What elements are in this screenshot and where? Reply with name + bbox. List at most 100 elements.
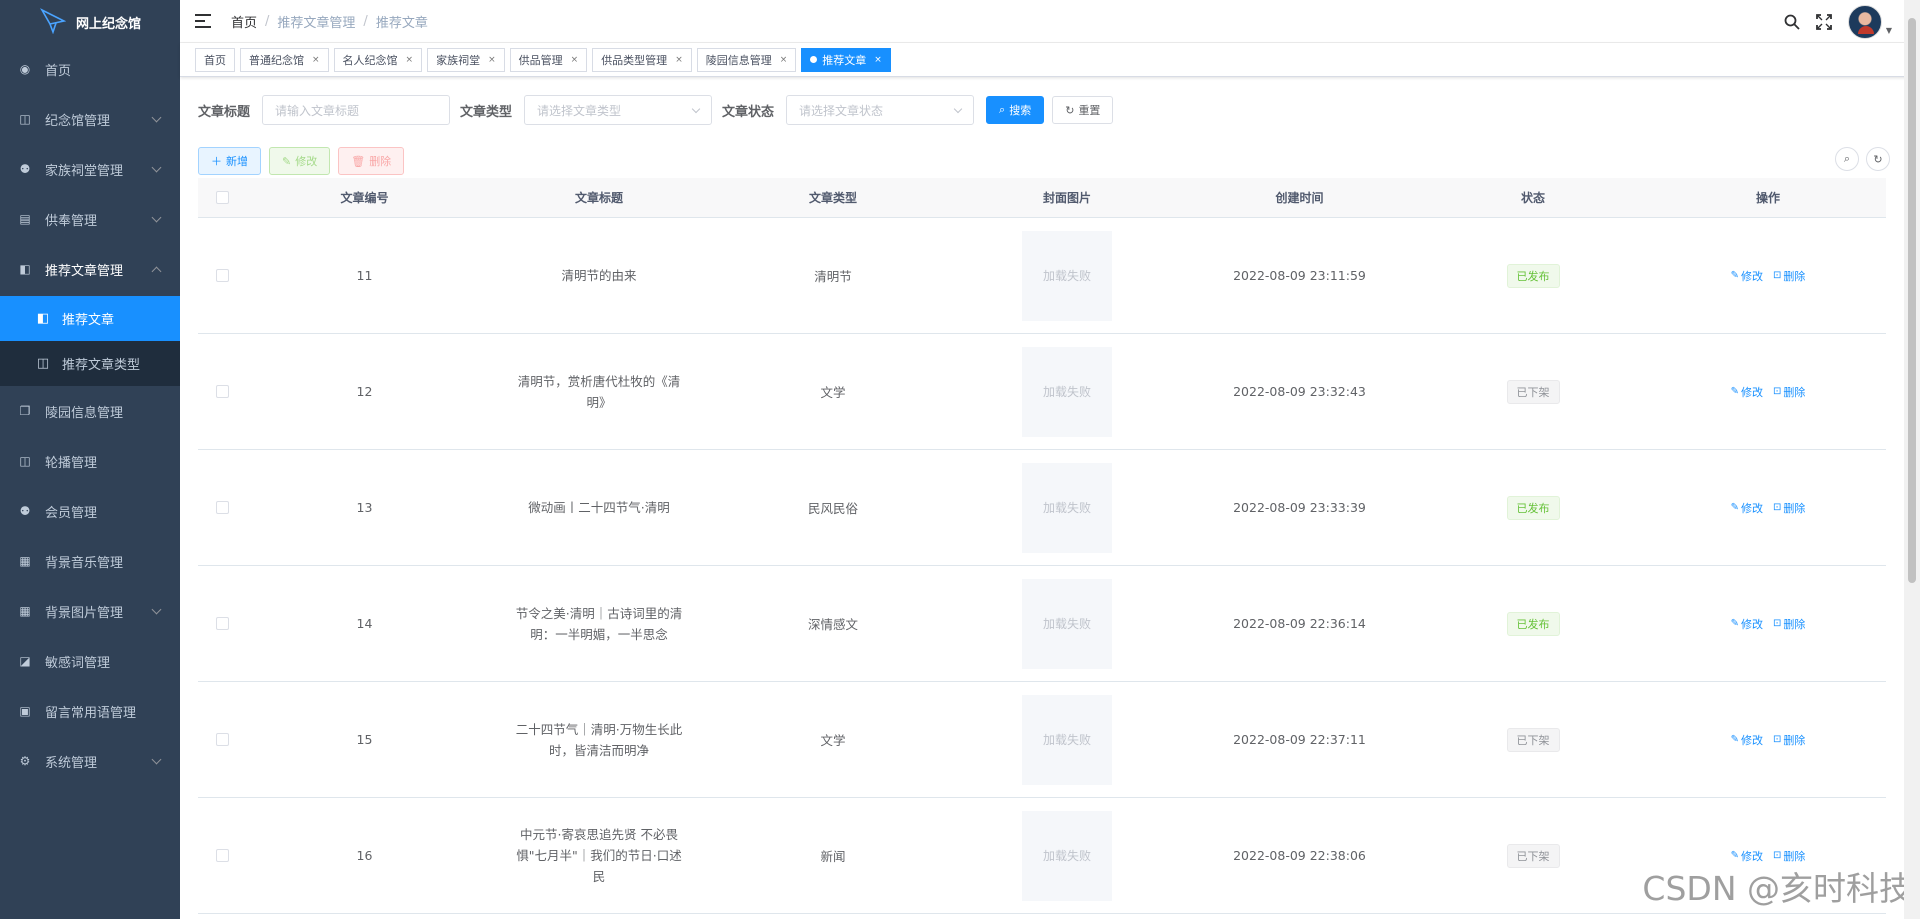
close-icon[interactable]: × [406, 55, 414, 65]
status-badge: 已发布 [1506, 495, 1560, 520]
select-all-checkbox[interactable] [215, 191, 229, 204]
cover-image[interactable]: 加载失败 [1022, 230, 1112, 321]
row-edit-button[interactable]: ✎ 修改 [1731, 616, 1763, 632]
close-icon[interactable]: × [874, 55, 882, 65]
status-badge: 已下架 [1506, 379, 1560, 404]
tag-label: 推荐文章 [822, 53, 867, 67]
avatar[interactable] [1847, 4, 1882, 39]
cover-image[interactable]: 加载失败 [1022, 462, 1112, 553]
sidebar-item-14[interactable]: ⚙ 系统管理 [0, 736, 180, 786]
sidebar-item-9[interactable]: ⚉ 会员管理 [0, 486, 180, 536]
cover-image[interactable]: 加载失败 [1022, 346, 1112, 437]
toggle-search-icon[interactable]: ⌕ [1835, 147, 1859, 171]
row-edit-button[interactable]: ✎ 修改 [1731, 500, 1763, 516]
sidebar-item-1[interactable]: ◫ 纪念馆管理 [0, 94, 180, 144]
column-header: 创建时间 [1275, 191, 1324, 205]
row-delete-button[interactable]: ⊡ 删除 [1773, 616, 1805, 632]
sidebar-item-7[interactable]: ❐ 陵园信息管理 [0, 386, 180, 436]
fullscreen-icon[interactable] [1815, 13, 1832, 30]
sidebar-item-label: 供奉管理 [45, 213, 98, 229]
article-type: 文学 [820, 733, 846, 748]
table-row[interactable]: 11 清明节的由来 清明节 加载失败 2022-08-09 23:11:59 已发布 ✎ 修改… [198, 218, 1886, 334]
sidebar-item-12[interactable]: ◪ 敏感词管理 [0, 636, 180, 686]
tag-label: 供品类型管理 [601, 53, 668, 67]
row-edit-button[interactable]: ✎ 修改 [1731, 732, 1763, 748]
sidebar-item-3[interactable]: ▤ 供奉管理 [0, 194, 180, 244]
table-row[interactable]: 13 微动画丨二十四节气·清明 民风民俗 加载失败 2022-08-09 23:33:3… [198, 450, 1886, 566]
scrollbar-thumb[interactable] [1908, 18, 1916, 583]
close-icon[interactable]: × [312, 55, 320, 65]
created-time: 2022-08-09 23:32:43 [1233, 384, 1366, 399]
tag-2[interactable]: 名人纪念馆 × [333, 47, 423, 72]
row-checkbox[interactable] [215, 617, 229, 630]
table-row[interactable]: 12 清明节，赏析唐代杜牧的《清明》 文学 加载失败 2022-08-09 23:32:… [198, 334, 1886, 450]
row-edit-button[interactable]: ✎ 修改 [1731, 268, 1763, 284]
cover-image[interactable]: 加载失败 [1022, 694, 1112, 785]
sidebar-item-label: 纪念馆管理 [45, 113, 111, 129]
sidebar-subitem-6[interactable]: ◫ 推荐文章类型 [0, 341, 180, 386]
tag-1[interactable]: 普通纪念馆 × [240, 47, 329, 72]
sidebar-menu: ◉ 首页 ◫ 纪念馆管理 ⚉ 家族祠堂管理 ▤ 供奉管理 ◧ 推荐文章管理 ◧ 推荐文章 ◫ 推荐文章类型… [0, 44, 180, 786]
row-checkbox[interactable] [215, 733, 229, 746]
close-icon[interactable]: × [780, 55, 788, 65]
chevron-down-icon [151, 754, 162, 765]
row-delete-button[interactable]: ⊡ 删除 [1773, 384, 1805, 400]
tag-5[interactable]: 供品类型管理 × [592, 47, 692, 72]
tag-4[interactable]: 供品管理 × [509, 47, 588, 72]
title-search-input[interactable]: 请输入文章标题 [262, 95, 451, 125]
edit-icon: ✎ [282, 154, 292, 168]
sidebar-item-10[interactable]: ▦ 背景音乐管理 [0, 536, 180, 586]
close-icon[interactable]: × [488, 55, 496, 65]
type-select[interactable]: 请选择文章类型 [524, 95, 713, 125]
scrollbar[interactable] [1904, 0, 1920, 919]
hamburger-icon[interactable] [195, 14, 211, 28]
close-icon[interactable]: × [571, 55, 579, 65]
sidebar-subitem-5[interactable]: ◧ 推荐文章 [0, 296, 180, 341]
add-button[interactable]: ＋ 新增 [198, 147, 261, 175]
refresh-icon[interactable]: ↻ [1866, 147, 1890, 171]
tag-label: 陵园信息管理 [705, 53, 772, 67]
close-icon[interactable]: × [675, 55, 683, 65]
sidebar-item-4[interactable]: ◧ 推荐文章管理 [0, 244, 180, 294]
search-button[interactable]: ⌕ 搜索 [986, 96, 1045, 124]
row-delete-label: 删除 [1783, 733, 1806, 747]
cover-image[interactable]: 加载失败 [1022, 578, 1112, 669]
sidebar-item-11[interactable]: ▦ 背景图片管理 [0, 586, 180, 636]
table-row[interactable]: 15 二十四节气｜清明·万物生长此时，皆清洁而明净 文学 加载失败 2022-08-09… [198, 682, 1886, 798]
row-edit-button[interactable]: ✎ 修改 [1731, 384, 1763, 400]
row-checkbox[interactable] [215, 385, 229, 398]
row-delete-label: 删除 [1783, 617, 1806, 631]
edit-icon: ✎ [1730, 386, 1739, 397]
sidebar-item-8[interactable]: ◫ 轮播管理 [0, 436, 180, 486]
row-delete-button[interactable]: ⊡ 删除 [1773, 268, 1805, 284]
tag-6[interactable]: 陵园信息管理 × [696, 47, 797, 72]
delete-button[interactable]: 🗑 删除 [338, 147, 405, 175]
sidebar-item-2[interactable]: ⚉ 家族祠堂管理 [0, 144, 180, 194]
row-delete-button[interactable]: ⊡ 删除 [1773, 500, 1805, 516]
row-checkbox[interactable] [215, 849, 229, 862]
article-icon: ◧ [36, 311, 50, 326]
reset-button[interactable]: ↻ 重置 [1052, 96, 1114, 124]
row-delete-button[interactable]: ⊡ 删除 [1773, 732, 1805, 748]
sidebar-item-label: 陵园信息管理 [45, 405, 124, 421]
tag-3[interactable]: 家族祠堂 × [427, 47, 505, 72]
table-row[interactable]: 14 节令之美·清明｜古诗词里的清明：一半明媚，一半思念 深情感文 加载失败 2022-… [198, 566, 1886, 682]
sidebar-item-0[interactable]: ◉ 首页 [0, 44, 180, 94]
breadcrumb-home[interactable]: 首页 [231, 12, 257, 31]
tag-7[interactable]: 推荐文章 × [801, 47, 891, 72]
caret-down-icon[interactable]: ▼ [1886, 26, 1892, 35]
sidebar-item-13[interactable]: ▣ 留言常用语管理 [0, 686, 180, 736]
row-checkbox[interactable] [215, 501, 229, 514]
tag-label: 供品管理 [518, 53, 563, 67]
column-header: 操作 [1755, 191, 1780, 205]
status-select[interactable]: 请选择文章状态 [786, 95, 975, 125]
tag-0[interactable]: 首页 [195, 47, 235, 72]
edit-button[interactable]: ✎ 修改 [269, 147, 331, 175]
row-checkbox[interactable] [215, 269, 229, 282]
app-logo[interactable]: 网上纪念馆 [0, 0, 180, 44]
app-title: 网上纪念馆 [76, 16, 142, 32]
cover-image[interactable]: 加载失败 [1022, 810, 1112, 901]
table-row[interactable]: 16 中元节·寄哀思追先贤 不必畏惧"七月半"｜我们的节日·口述民 新闻 加载失败 20… [198, 798, 1886, 914]
edit-icon: ✎ [1730, 850, 1739, 861]
search-icon[interactable] [1784, 14, 1800, 30]
